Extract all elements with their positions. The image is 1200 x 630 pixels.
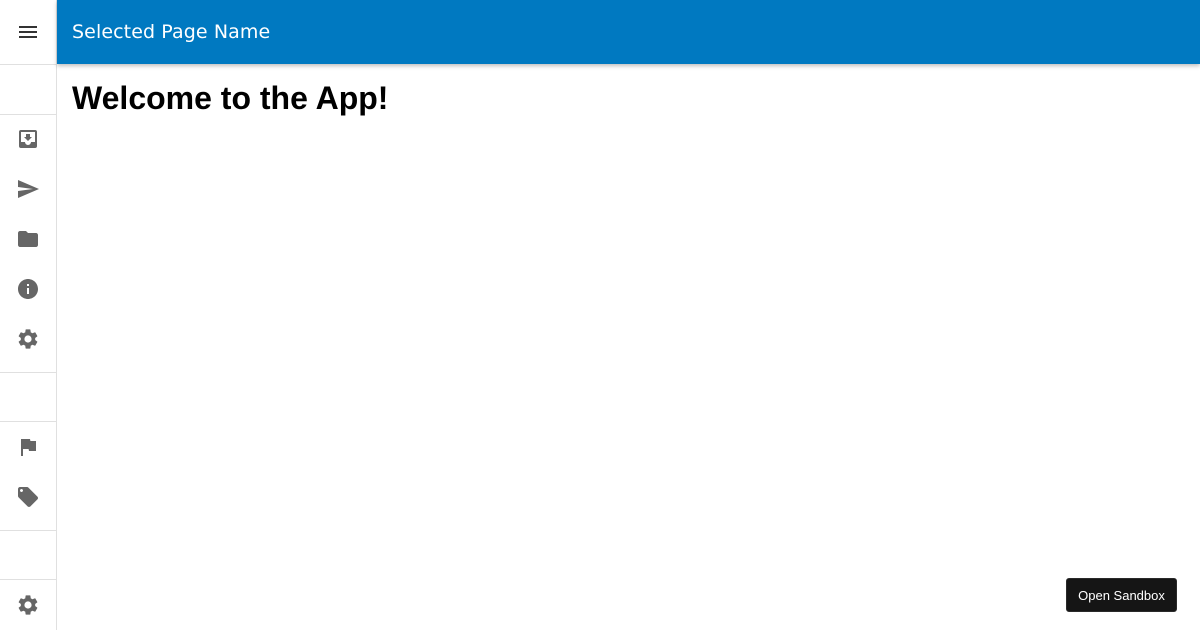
app-bar: Selected Page Name	[57, 0, 1200, 64]
flag-icon	[16, 435, 40, 459]
menu-button[interactable]	[0, 0, 56, 64]
open-sandbox-button[interactable]: Open Sandbox	[1066, 578, 1177, 612]
nav-item-inbox[interactable]	[0, 114, 56, 164]
welcome-heading: Welcome to the App!	[72, 80, 389, 116]
page-title: Selected Page Name	[72, 21, 271, 43]
nav-divider	[0, 64, 56, 65]
nav-item-flag[interactable]	[0, 422, 56, 472]
info-icon	[16, 277, 40, 301]
nav-item-send[interactable]	[0, 164, 56, 214]
main-content: Welcome to the App!	[57, 64, 1200, 630]
settings-icon	[16, 593, 40, 617]
inbox-download-icon	[16, 127, 40, 151]
tag-icon	[16, 485, 40, 509]
folder-icon	[16, 227, 40, 251]
menu-icon	[16, 20, 40, 44]
nav-divider	[0, 372, 56, 373]
nav-divider	[0, 530, 56, 531]
nav-item-footer-settings[interactable]	[0, 580, 56, 630]
nav-item-settings[interactable]	[0, 314, 56, 364]
nav-item-folder[interactable]	[0, 214, 56, 264]
nav-item-info[interactable]	[0, 264, 56, 314]
settings-icon	[16, 327, 40, 351]
send-icon	[16, 177, 40, 201]
side-nav	[0, 0, 57, 630]
nav-item-tag[interactable]	[0, 472, 56, 522]
